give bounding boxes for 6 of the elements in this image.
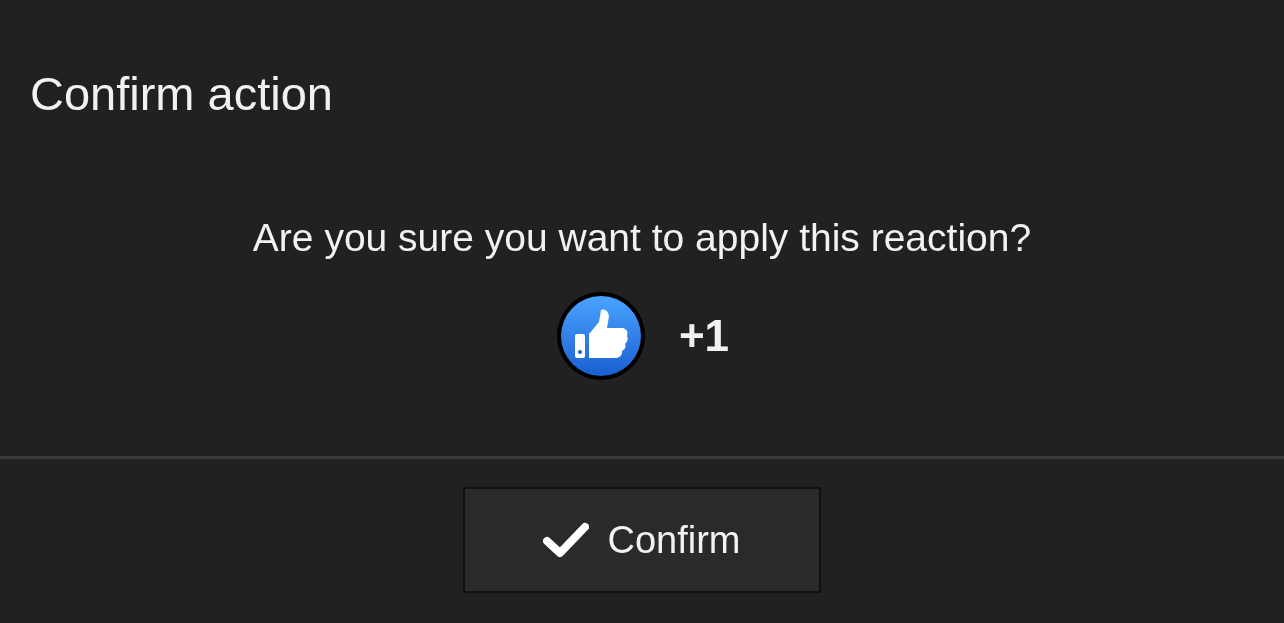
confirm-button[interactable]: Confirm (463, 487, 821, 593)
thumbs-up-icon (554, 289, 647, 382)
dialog-title: Confirm action (30, 66, 334, 122)
confirmation-message: Are you sure you want to apply this reaction? (252, 215, 1032, 261)
reaction-label: +1 (678, 309, 730, 362)
checkmark-icon (543, 522, 590, 558)
